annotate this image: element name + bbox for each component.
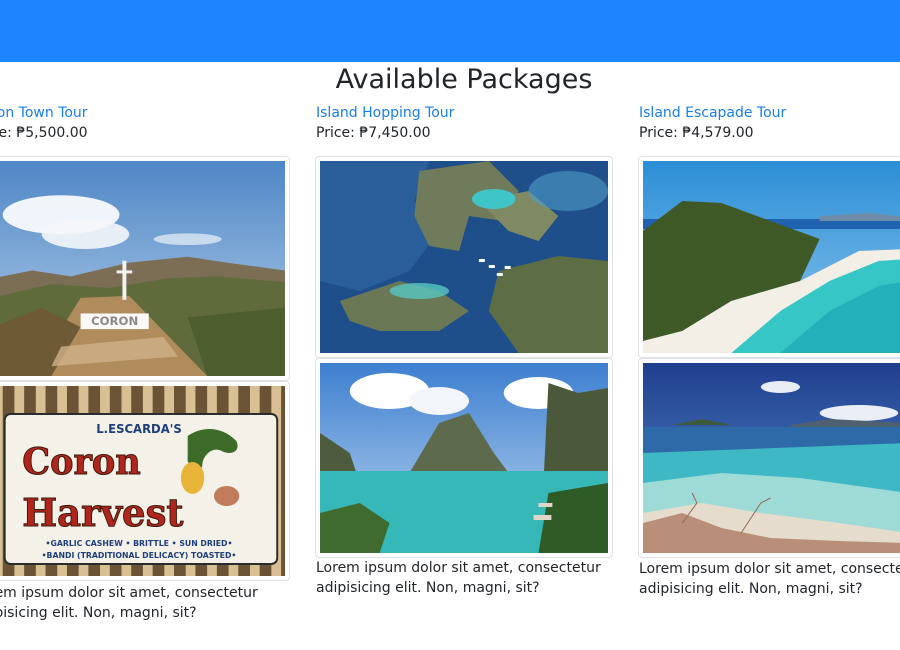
svg-text:•GARLIC CASHEW • BRITTLE • SUN: •GARLIC CASHEW • BRITTLE • SUN DRIED• <box>46 539 233 548</box>
lagoon-cliffs-photo <box>320 363 608 553</box>
aerial-islands-photo <box>320 161 608 353</box>
package-price: Price: ₱4,579.00 <box>639 125 754 141</box>
svg-text:Harvest: Harvest <box>22 491 184 536</box>
package-card: Coron Town Tour Price: ₱5,500.00 <box>0 104 269 142</box>
package-title-link[interactable]: Island Hopping Tour <box>316 104 612 122</box>
package-description: Lorem ipsum dolor sit amet, consectetur … <box>316 560 601 596</box>
coron-hill-photo: CORON <box>0 161 285 376</box>
svg-text:Coron: Coron <box>22 442 141 484</box>
package-card: Island Hopping Tour Price: ₱7,450.00 <box>316 104 612 142</box>
package-title-link[interactable]: Coron Town Tour <box>0 104 269 122</box>
package-image[interactable] <box>315 358 613 558</box>
package-description: Lorem ipsum dolor sit amet, consectetur … <box>0 585 258 621</box>
svg-text:L.ESCARDA'S: L.ESCARDA'S <box>96 422 182 436</box>
top-navbar <box>0 0 900 62</box>
package-card: Island Escapade Tour Price: ₱4,579.00 <box>639 104 900 142</box>
package-title-link[interactable]: Island Escapade Tour <box>639 104 900 122</box>
package-price: Price: ₱5,500.00 <box>0 125 88 141</box>
package-description: Lorem ipsum dolor sit amet, consectetur … <box>639 561 900 597</box>
white-beach-photo <box>643 161 900 353</box>
sandbar-beach-photo <box>643 363 900 553</box>
package-image[interactable] <box>638 156 900 358</box>
coron-harvest-sign-photo: L.ESCARDA'S Coron Harvest •GARLIC CASHEW… <box>0 386 285 576</box>
package-price: Price: ₱7,450.00 <box>316 125 431 141</box>
page-title: Available Packages <box>335 64 593 95</box>
package-image[interactable] <box>315 156 613 358</box>
package-image[interactable]: L.ESCARDA'S Coron Harvest •GARLIC CASHEW… <box>0 381 290 581</box>
package-image[interactable] <box>638 358 900 558</box>
coron-sign-text: CORON <box>91 314 138 328</box>
package-image[interactable]: CORON <box>0 156 290 381</box>
svg-text:•BANDI (TRADITIONAL DELICACY): •BANDI (TRADITIONAL DELICACY) TOASTED• <box>42 551 237 560</box>
